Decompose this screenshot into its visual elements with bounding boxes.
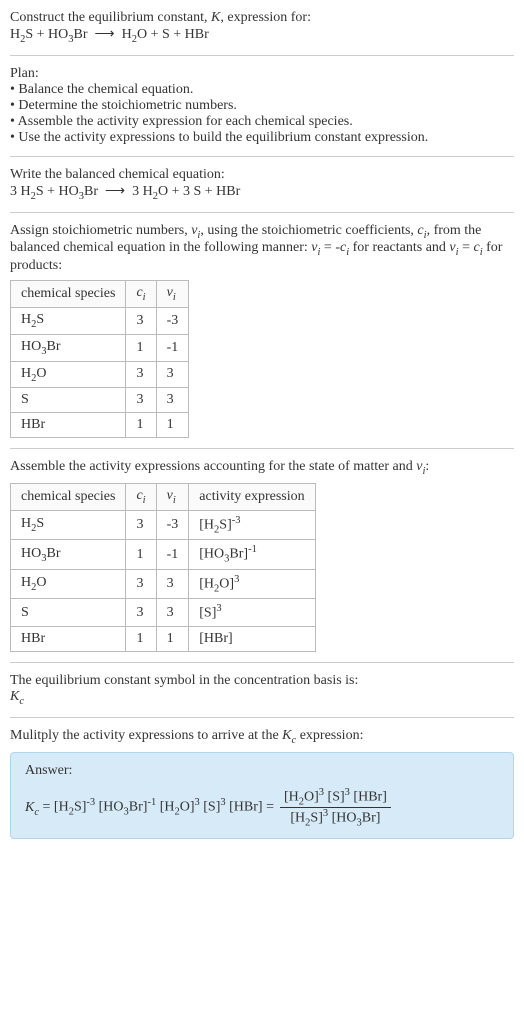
table-cell: S [11, 599, 126, 627]
assign-block: Assign stoichiometric numbers, νi, using… [10, 223, 514, 439]
divider [10, 662, 514, 663]
table-cell: HBr [11, 413, 126, 438]
table-header-row: chemical species ci νi [11, 281, 189, 308]
answer-lhs: Kc = [H2S]-3 [HO3Br]-1 [H2O]3 [S]3 [HBr]… [25, 797, 274, 817]
multiply-block: Mulitply the activity expressions to arr… [10, 728, 514, 840]
table-cell: H2O [11, 361, 126, 388]
table-row: HBr 1 1 [11, 413, 189, 438]
multiply-text: Mulitply the activity expressions to arr… [10, 728, 514, 746]
divider [10, 717, 514, 718]
divider [10, 212, 514, 213]
table-cell: 1 [126, 626, 156, 651]
table-cell: -1 [156, 334, 189, 361]
assemble-text: Assemble the activity expressions accoun… [10, 459, 514, 477]
table-header: νi [156, 281, 189, 308]
table-cell: H2O [11, 569, 126, 598]
assign-text: Assign stoichiometric numbers, νi, using… [10, 223, 514, 275]
balanced-reaction: 3 H2S + HO3Br ⟶ 3 H2O + 3 S + HBr [10, 183, 514, 202]
table-cell: 1 [156, 626, 189, 651]
table-cell: 1 [126, 413, 156, 438]
table-cell: 3 [156, 388, 189, 413]
table-row: H2S 3 -3 [H2S]-3 [11, 510, 316, 539]
table-cell: [HO3Br]-1 [189, 540, 315, 569]
table-cell: [H2S]-3 [189, 510, 315, 539]
table-cell: 1 [126, 334, 156, 361]
table-cell: HO3Br [11, 540, 126, 569]
table-cell: S [11, 388, 126, 413]
table-cell: H2S [11, 307, 126, 334]
table-cell: [S]3 [189, 599, 315, 627]
table-row: HBr 1 1 [HBr] [11, 626, 316, 651]
table-header: chemical species [11, 484, 126, 511]
answer-expression: Kc = [H2S]-3 [HO3Br]-1 [H2O]3 [S]3 [HBr]… [25, 787, 499, 829]
table-cell: 3 [126, 361, 156, 388]
table-cell: [HBr] [189, 626, 315, 651]
answer-denominator: [H2S]3 [HO3Br] [280, 808, 391, 828]
table-cell: [H2O]3 [189, 569, 315, 598]
symbol-block: The equilibrium constant symbol in the c… [10, 673, 514, 707]
intro-reaction: H2S + HO3Br ⟶ H2O + S + HBr [10, 26, 514, 45]
plan-bullet: • Use the activity expressions to build … [10, 130, 514, 146]
table-row: HO3Br 1 -1 [HO3Br]-1 [11, 540, 316, 569]
table-cell: HO3Br [11, 334, 126, 361]
table-header: ci [126, 484, 156, 511]
answer-fraction: [H2O]3 [S]3 [HBr] [H2S]3 [HO3Br] [280, 787, 391, 829]
table-cell: H2S [11, 510, 126, 539]
table-row: S 3 3 [11, 388, 189, 413]
table-header: ci [126, 281, 156, 308]
table-row: H2S 3 -3 [11, 307, 189, 334]
plan-bullet: • Determine the stoichiometric numbers. [10, 98, 514, 114]
table-row: HO3Br 1 -1 [11, 334, 189, 361]
table-header: activity expression [189, 484, 315, 511]
table-cell: -3 [156, 307, 189, 334]
table-header: νi [156, 484, 189, 511]
table-cell: 3 [126, 510, 156, 539]
intro-block: Construct the equilibrium constant, K, e… [10, 10, 514, 45]
table-cell: 3 [156, 569, 189, 598]
table-row: H2O 3 3 [11, 361, 189, 388]
answer-numerator: [H2O]3 [S]3 [HBr] [280, 787, 391, 808]
activity-table: chemical species ci νi activity expressi… [10, 483, 316, 652]
table-row: H2O 3 3 [H2O]3 [11, 569, 316, 598]
table-cell: HBr [11, 626, 126, 651]
answer-box: Answer: Kc = [H2S]-3 [HO3Br]-1 [H2O]3 [S… [10, 752, 514, 840]
table-cell: 1 [156, 413, 189, 438]
symbol-kc: Kc [10, 689, 514, 707]
table-cell: 3 [126, 307, 156, 334]
table-cell: -3 [156, 510, 189, 539]
balanced-heading: Write the balanced chemical equation: [10, 167, 514, 183]
table-cell: 3 [156, 599, 189, 627]
divider [10, 448, 514, 449]
table-cell: 1 [126, 540, 156, 569]
assemble-block: Assemble the activity expressions accoun… [10, 459, 514, 652]
answer-label: Answer: [25, 763, 499, 779]
table-cell: 3 [156, 361, 189, 388]
table-cell: 3 [126, 388, 156, 413]
divider [10, 55, 514, 56]
intro-line1: Construct the equilibrium constant, K, e… [10, 10, 514, 26]
table-cell: 3 [126, 599, 156, 627]
plan-bullet: • Balance the chemical equation. [10, 82, 514, 98]
balanced-block: Write the balanced chemical equation: 3 … [10, 167, 514, 202]
table-header-row: chemical species ci νi activity expressi… [11, 484, 316, 511]
plan-block: Plan: • Balance the chemical equation. •… [10, 66, 514, 146]
table-header: chemical species [11, 281, 126, 308]
plan-bullet: • Assemble the activity expression for e… [10, 114, 514, 130]
stoich-table: chemical species ci νi H2S 3 -3 HO3Br 1 … [10, 280, 189, 438]
symbol-text: The equilibrium constant symbol in the c… [10, 673, 514, 689]
table-row: S 3 3 [S]3 [11, 599, 316, 627]
table-cell: -1 [156, 540, 189, 569]
table-cell: 3 [126, 569, 156, 598]
plan-heading: Plan: [10, 66, 514, 82]
divider [10, 156, 514, 157]
